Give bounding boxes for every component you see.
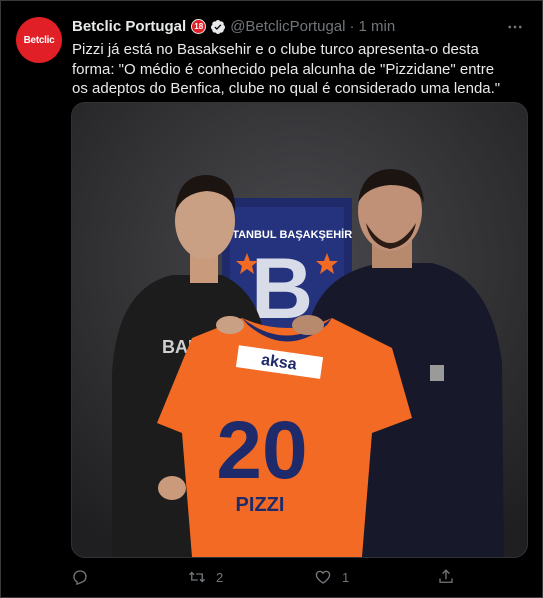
- retweet-count: 2: [216, 569, 224, 585]
- crest-text: İSTANBUL BAŞAKŞEHİR: [222, 228, 352, 241]
- like-button[interactable]: 1: [314, 568, 349, 586]
- account-name[interactable]: Betclic Portugal: [72, 18, 186, 35]
- tweet-header: Betclic Portugal 18 @BetclicPortugal · 1…: [72, 18, 502, 35]
- like-icon: [314, 568, 332, 586]
- avatar[interactable]: Betclic: [16, 17, 62, 63]
- verified-icon: [210, 19, 226, 35]
- share-button[interactable]: [437, 568, 455, 586]
- avatar-logo-text: Betclic: [23, 34, 55, 46]
- jersey-number: 20: [216, 405, 307, 496]
- tweet-time[interactable]: 1 min: [358, 18, 395, 35]
- retweet-button[interactable]: 2: [188, 568, 223, 586]
- tweet-photo[interactable]: İSTANBUL BAŞAKŞEHİR B BALM aksa 20 PIZZI: [71, 102, 528, 558]
- age-18-badge: 18: [191, 19, 207, 34]
- more-icon[interactable]: [504, 16, 526, 38]
- jersey-name: PIZZI: [236, 494, 285, 516]
- reply-button[interactable]: [71, 568, 99, 586]
- like-count: 1: [342, 569, 350, 585]
- tweet-actions: 2 1: [71, 568, 461, 588]
- photo-illustration: İSTANBUL BAŞAKŞEHİR B BALM aksa 20 PIZZI: [72, 103, 527, 557]
- reply-icon: [71, 568, 89, 586]
- separator-dot: ·: [349, 18, 355, 35]
- tweet-card: Betclic Betclic Portugal 18 @BetclicPort…: [0, 0, 543, 598]
- retweet-icon: [188, 568, 206, 586]
- tweet-text: Pizzi já está no Basaksehir e o clube tu…: [72, 41, 501, 97]
- share-icon: [437, 568, 455, 586]
- account-handle[interactable]: @BetclicPortugal: [230, 18, 345, 35]
